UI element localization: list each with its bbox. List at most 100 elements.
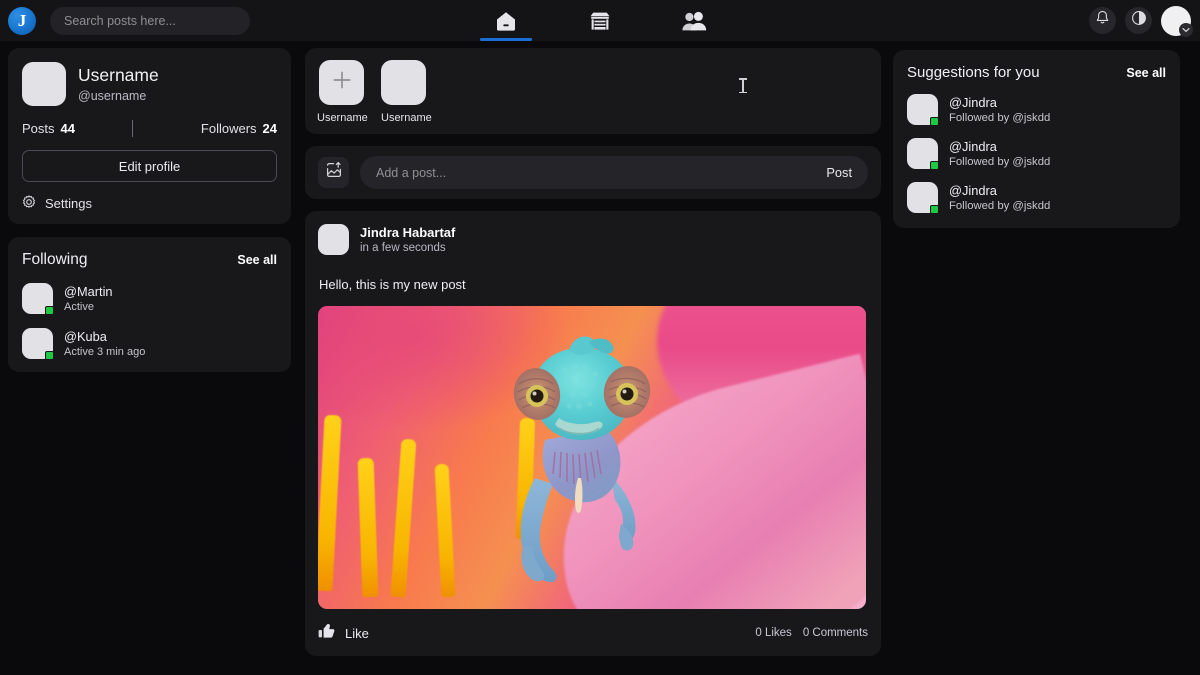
avatar <box>22 328 54 360</box>
image-upload-icon <box>325 161 343 184</box>
list-item[interactable]: @Kuba Active 3 min ago <box>22 328 277 360</box>
search-container <box>50 6 250 35</box>
stat-followers: Followers 24 <box>201 121 277 136</box>
like-label: Like <box>345 625 369 641</box>
stories-list: Username Username <box>317 60 867 124</box>
online-status-dot <box>930 117 939 126</box>
online-status-dot <box>45 351 54 360</box>
list-item[interactable]: @Jindra Followed by @jskdd <box>907 94 1166 126</box>
post-header: Jindra Habartaf in a few seconds <box>318 224 868 255</box>
nav-active-indicator <box>480 38 532 41</box>
suggestions-header: Suggestions for you See all <box>907 64 1166 81</box>
right-sidebar: Suggestions for you See all @Jindra Foll… <box>893 50 1180 228</box>
profile-handle: @username <box>78 88 147 103</box>
story-item: Username <box>381 60 432 124</box>
person-status: Active <box>64 301 94 313</box>
online-status-dot <box>930 205 939 214</box>
text-cursor <box>739 78 746 93</box>
logo-letter: J <box>17 11 27 30</box>
settings-link[interactable]: Settings <box>22 195 277 212</box>
profile-name: Username <box>78 65 159 86</box>
story-thumbnail[interactable] <box>381 60 426 105</box>
post-text-input[interactable] <box>360 156 819 189</box>
suggestion-sub: Followed by @jskdd <box>949 200 1051 212</box>
person-name: @Kuba <box>64 329 107 344</box>
plus-icon <box>331 69 353 96</box>
person-info: @Kuba Active 3 min ago <box>64 329 145 358</box>
list-item[interactable]: @Jindra Followed by @jskdd <box>907 138 1166 170</box>
followers-label: Followers <box>200 121 257 136</box>
post-author-avatar[interactable] <box>318 224 349 255</box>
suggestion-info: @Jindra Followed by @jskdd <box>949 139 1050 168</box>
post-image <box>318 306 866 609</box>
following-see-all[interactable]: See all <box>237 253 277 267</box>
main-feed: Username Username Add a post... Post Jin… <box>305 48 881 656</box>
suggestion-sub: Followed by @jskdd <box>949 156 1051 168</box>
suggestion-info: @Jindra Followed by @jskdd <box>949 95 1050 124</box>
left-sidebar: Username @username Posts 44 Followers 24 <box>8 48 291 372</box>
upload-image-button[interactable] <box>318 157 349 188</box>
stat-posts: Posts 44 <box>22 121 132 136</box>
user-avatar[interactable] <box>1161 5 1193 37</box>
avatar <box>907 94 939 126</box>
person-status: Active 3 min ago <box>64 346 146 358</box>
online-status-dot <box>45 306 54 315</box>
avatar <box>907 138 939 170</box>
app-header: J <box>0 0 1200 41</box>
primary-nav <box>476 0 724 41</box>
nav-item-marketplace[interactable] <box>570 0 630 41</box>
theme-toggle-button[interactable] <box>1125 7 1152 34</box>
comments-count: 0 Comments <box>802 627 868 639</box>
nav-item-home[interactable] <box>476 0 536 41</box>
likes-count: 0 Likes <box>755 627 792 639</box>
flower-stamen <box>318 414 342 592</box>
chameleon-subject <box>513 336 651 583</box>
following-card: Following See all @Martin Active @Kuba A… <box>8 237 291 372</box>
app-logo[interactable]: J <box>8 6 36 35</box>
like-button[interactable]: Like <box>318 622 369 644</box>
online-status-dot <box>930 161 939 170</box>
profile-avatar[interactable] <box>22 62 66 106</box>
header-actions <box>1089 0 1193 41</box>
post-body-text: Hello, this is my new post <box>319 277 466 292</box>
suggestions-title: Suggestions for you <box>907 64 1040 81</box>
chevron-down-icon <box>1179 22 1193 37</box>
post-author-name: Jindra Habartaf <box>360 225 456 240</box>
stat-followers-wrap: Followers 24 <box>133 121 277 136</box>
search-input[interactable] <box>50 6 250 35</box>
suggestion-name: @Jindra <box>949 95 997 110</box>
home-icon <box>494 10 518 32</box>
bell-icon <box>1095 10 1110 31</box>
dark-mode-toggle-icon <box>1131 10 1147 31</box>
friends-icon <box>681 10 707 32</box>
posts-label: Posts <box>22 121 55 136</box>
list-item[interactable]: @Martin Active <box>22 283 277 315</box>
gear-icon <box>22 195 36 212</box>
suggestion-name: @Jindra <box>949 183 997 198</box>
post-counts: 0 Likes 0 Comments <box>755 627 868 639</box>
list-item[interactable]: @Jindra Followed by @jskdd <box>907 182 1166 214</box>
story-add: Username <box>317 60 368 124</box>
edit-profile-button[interactable]: Edit profile <box>22 150 277 182</box>
add-story-button[interactable] <box>319 60 364 105</box>
suggestion-sub: Followed by @jskdd <box>949 112 1051 124</box>
notifications-button[interactable] <box>1089 7 1116 34</box>
profile-stats: Posts 44 Followers 24 <box>22 120 277 137</box>
nav-item-friends[interactable] <box>664 0 724 41</box>
person-name: @Martin <box>64 284 113 299</box>
post-author-info: Jindra Habartaf in a few seconds <box>360 225 455 254</box>
composer-field-wrap: Post <box>360 156 868 189</box>
story-label: Username <box>381 112 432 124</box>
profile-identity: Username @username <box>78 65 159 102</box>
suggestions-see-all[interactable]: See all <box>1126 66 1166 80</box>
thumbs-up-icon <box>318 622 336 644</box>
flower-stamen <box>357 457 379 598</box>
following-title: Following <box>22 251 88 268</box>
post-submit-button[interactable]: Post <box>818 165 868 180</box>
post-card: Jindra Habartaf in a few seconds Hello, … <box>305 211 881 656</box>
suggestion-info: @Jindra Followed by @jskdd <box>949 183 1050 212</box>
profile-header: Username @username <box>22 62 277 106</box>
flower-stamen <box>390 438 417 598</box>
person-info: @Martin Active <box>64 284 113 313</box>
avatar <box>907 182 939 214</box>
